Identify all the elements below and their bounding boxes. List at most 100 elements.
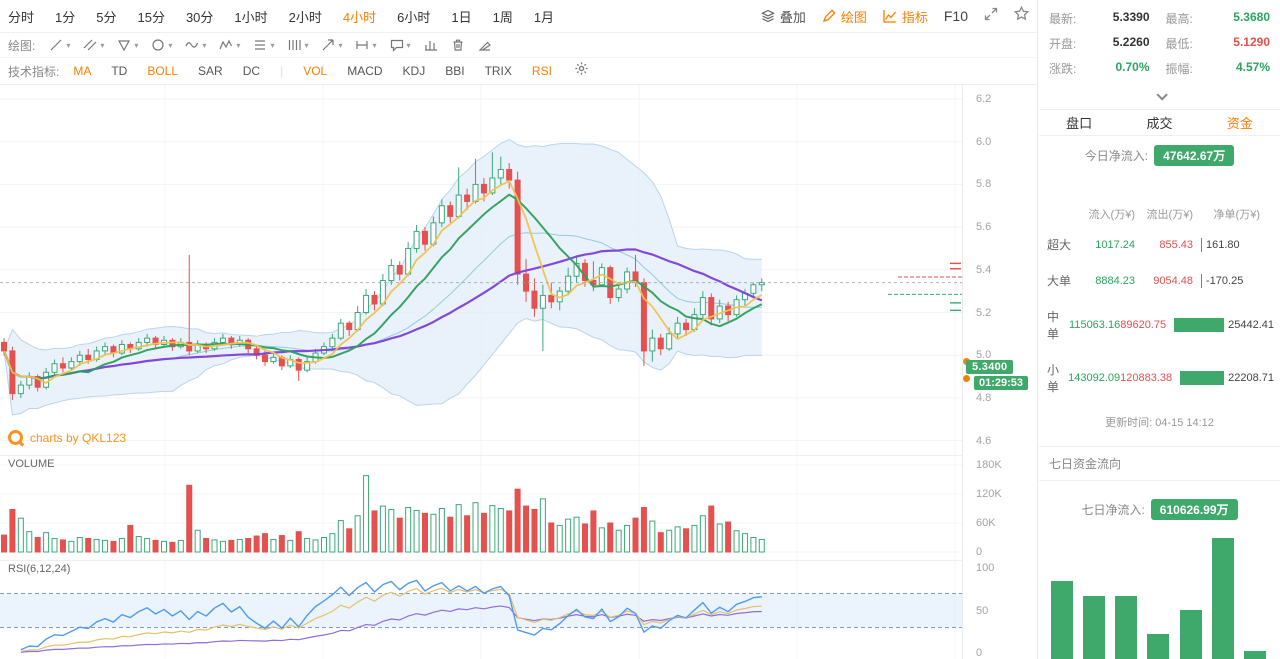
draw-tool-pattern-icon[interactable]: ▾ — [219, 38, 240, 52]
seven-day-bar-04-12[interactable] — [1147, 634, 1169, 659]
overlay-button[interactable]: 叠加 — [761, 7, 806, 26]
indicator-button[interactable]: 指标 — [883, 7, 928, 26]
chart-line-icon — [883, 9, 897, 23]
draw-tool-vertical-lines-icon[interactable]: ▾ — [287, 38, 308, 52]
price-tick-5.8: 5.8 — [976, 178, 991, 190]
indicator-VOL[interactable]: VOL — [303, 64, 327, 78]
tab-盘口[interactable]: 盘口 — [1039, 110, 1119, 135]
draw-tool-callout-icon[interactable]: ▾ — [390, 38, 411, 52]
seven-day-bar-chart: 04-0904-1004-1104-1204-1304-1404-15 — [1047, 532, 1272, 659]
price-tick-5.4: 5.4 — [976, 264, 991, 276]
indicator-BBI[interactable]: BBI — [445, 64, 464, 78]
flow-row-超大: 超大1017.24855.43161.80 — [1047, 236, 1274, 253]
draw-tool-eraser-icon[interactable] — [478, 38, 492, 52]
net-seven-badge: 610626.99万 — [1151, 499, 1238, 520]
price-tick-6.2: 6.2 — [976, 93, 991, 105]
flow-row-中单: 中单115063.1689620.7525442.41 — [1047, 308, 1274, 342]
candlestick-pane[interactable] — [0, 85, 962, 455]
draw-tool-arrow-icon[interactable]: ▾ — [321, 38, 342, 52]
indicator-RSI[interactable]: RSI — [532, 64, 552, 78]
fullscreen-icon[interactable] — [984, 7, 998, 26]
chevron-down-icon — [1156, 89, 1167, 100]
timeframe-1周[interactable]: 1周 — [493, 7, 513, 26]
rsi-pane[interactable] — [0, 560, 962, 659]
stat-line: 开盘:5.2260最低:5.1290 — [1049, 35, 1270, 52]
seven-day-bar-04-15[interactable] — [1244, 651, 1266, 659]
seven-day-bar-04-09[interactable] — [1051, 581, 1073, 659]
flow-row-大单: 大单8884.239054.48-170.25 — [1047, 272, 1274, 289]
rsi-tick-100: 100 — [976, 562, 994, 574]
draw-tool-parallel-line-icon[interactable]: ▾ — [83, 38, 104, 52]
indicator-TRIX[interactable]: TRIX — [485, 64, 512, 78]
tab-资金[interactable]: 资金 — [1200, 110, 1280, 135]
draw-tool-stats-icon[interactable] — [424, 38, 438, 52]
stat-振幅: 振幅:4.57% — [1160, 60, 1271, 77]
draw-tool-wave-icon[interactable]: ▾ — [185, 38, 206, 52]
stat-label: 振幅: — [1166, 60, 1193, 77]
draw-tool-trend-line-icon[interactable]: ▾ — [49, 38, 70, 52]
pencil-icon — [822, 9, 836, 23]
current-price-badge: 5.3400 — [966, 360, 1013, 374]
draw-tool-fib-retracement-icon[interactable]: ▾ — [253, 38, 274, 52]
seven-day-bar-04-13[interactable] — [1180, 610, 1202, 659]
seven-day-bar-04-14[interactable] — [1212, 538, 1234, 659]
volume-pane[interactable] — [0, 455, 962, 560]
timeframe-5分[interactable]: 5分 — [96, 7, 116, 26]
stat-label: 涨跌: — [1049, 60, 1076, 77]
favorite-star-icon[interactable] — [1014, 6, 1029, 26]
collapse-stats-button[interactable] — [1039, 89, 1280, 105]
stat-line: 最新: 5.3390 最高:5.3680 — [1049, 10, 1270, 27]
indicator-TD[interactable]: TD — [111, 64, 127, 78]
pane-separator — [0, 455, 962, 456]
draw-tool-triangle-icon[interactable]: ▾ — [117, 38, 138, 52]
volume-tick-120K: 120K — [976, 488, 1002, 500]
flow-net-bar — [1201, 274, 1202, 288]
net-seven-label: 七日净流入: — [1081, 501, 1144, 518]
flow-label: 大单 — [1047, 272, 1077, 289]
timeframe-30分[interactable]: 30分 — [186, 7, 213, 26]
timeframe-6小时[interactable]: 6小时 — [397, 7, 430, 26]
indicator-MACD[interactable]: MACD — [347, 64, 382, 78]
stat-value: 5.3390 — [1113, 10, 1150, 27]
indicator-settings-gear-icon[interactable] — [574, 61, 589, 81]
f10-button[interactable]: F10 — [944, 8, 968, 24]
flow-label: 中单 — [1047, 308, 1069, 342]
fund-flow-body: 超大1017.24855.43161.80 大单8884.239054.48-17… — [1047, 236, 1274, 395]
timeframe-15分[interactable]: 15分 — [137, 7, 164, 26]
seven-day-bar-04-10[interactable] — [1083, 596, 1105, 659]
timeframe-1日[interactable]: 1日 — [451, 7, 471, 26]
flow-inflow: 115063.16 — [1069, 319, 1120, 331]
stat-最高: 最高:5.3680 — [1160, 10, 1271, 27]
draw-tool-ellipse-icon[interactable]: ▾ — [151, 38, 172, 52]
drawing-button[interactable]: 绘图 — [822, 7, 867, 26]
timeframe-分时[interactable]: 分时 — [8, 7, 34, 26]
flow-label: 超大 — [1047, 236, 1077, 253]
indicator-divider: | — [280, 64, 283, 78]
timeframe-4小时[interactable]: 4小时 — [343, 7, 376, 26]
timeframe-1小时[interactable]: 1小时 — [234, 7, 267, 26]
draw-tool-measure-icon[interactable]: ▾ — [355, 38, 376, 52]
indicator-MA[interactable]: MA — [73, 64, 91, 78]
indicator-BOLL[interactable]: BOLL — [147, 64, 178, 78]
seven-day-bar-04-11[interactable] — [1115, 596, 1137, 659]
indicator-DC[interactable]: DC — [243, 64, 260, 78]
flow-inflow: 1017.24 — [1077, 239, 1135, 251]
flow-net-value: -170.25 — [1206, 275, 1243, 287]
draw-tool-trash-icon[interactable] — [451, 38, 465, 52]
chart-canvas-area[interactable]: 6.26.05.85.65.45.25.04.84.6180K120K60K01… — [0, 85, 1038, 659]
countdown-marker-dot[interactable] — [962, 374, 971, 383]
indicator-btn-label: 指标 — [902, 7, 928, 26]
indicator-toolbar-label: 技术指标: — [8, 63, 59, 80]
timeframe-2小时[interactable]: 2小时 — [289, 7, 322, 26]
toolbar-right-buttons: 叠加 绘图 指标 F10 — [761, 6, 1029, 26]
indicator-KDJ[interactable]: KDJ — [403, 64, 426, 78]
tab-成交[interactable]: 成交 — [1119, 110, 1199, 135]
timeframe-1分[interactable]: 1分 — [55, 7, 75, 26]
flow-header-0: 流入(万¥) — [1047, 206, 1135, 222]
timeframe-1月[interactable]: 1月 — [534, 7, 554, 26]
indicator-SAR[interactable]: SAR — [198, 64, 223, 78]
flow-inflow: 143092.09 — [1068, 372, 1120, 384]
rsi-tick-50: 50 — [976, 605, 988, 617]
stat-label: 最新: — [1049, 10, 1076, 27]
net-today-badge: 47642.67万 — [1154, 145, 1234, 166]
